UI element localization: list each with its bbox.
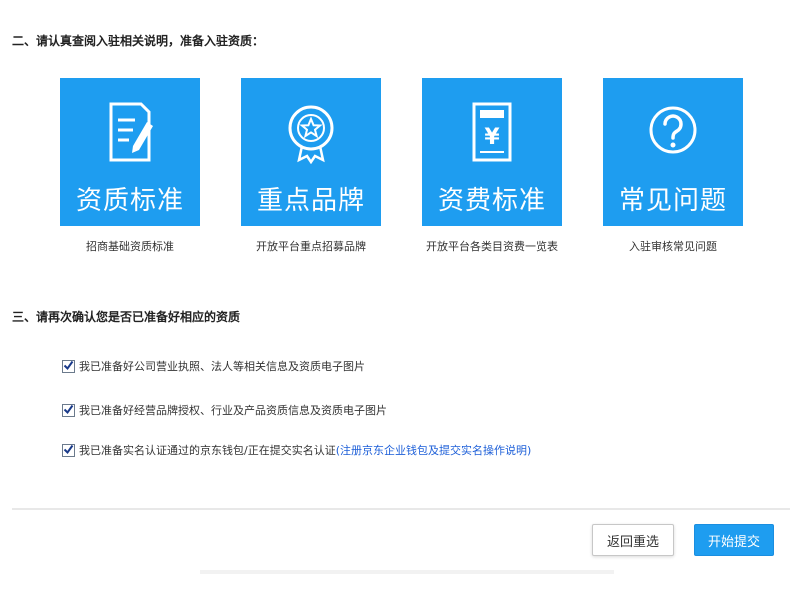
page: 二、请认真查阅入驻相关说明，准备入驻资质： 资质标准 招商基础资质标准 重点品牌… bbox=[0, 0, 800, 600]
section-title-confirm: 三、请再次确认您是否已准备好相应的资质 bbox=[12, 310, 241, 324]
card-key-brands[interactable]: 重点品牌 bbox=[241, 78, 381, 226]
back-reselect-button[interactable]: 返回重选 bbox=[592, 524, 674, 556]
card-faq[interactable]: 常见问题 bbox=[603, 78, 743, 226]
check-icon bbox=[63, 444, 74, 454]
check-label: 我已准备好经营品牌授权、行业及产品资质信息及资质电子图片 bbox=[79, 404, 387, 417]
realname-guide-link[interactable]: (注册京东企业钱包及提交实名操作说明) bbox=[336, 442, 532, 458]
check-icon bbox=[63, 360, 74, 370]
check-row-realname-wallet[interactable]: 我已准备实名认证通过的京东钱包/正在提交实名认证 (注册京东企业钱包及提交实名操… bbox=[62, 442, 531, 458]
bottom-scroll-bar bbox=[200, 570, 614, 574]
card-label: 资费标准 bbox=[437, 186, 546, 216]
start-submit-button[interactable]: 开始提交 bbox=[694, 524, 774, 556]
check-label: 我已准备实名认证通过的京东钱包/正在提交实名认证 bbox=[79, 444, 336, 457]
card-label: 资质标准 bbox=[75, 186, 184, 216]
checkbox[interactable] bbox=[62, 443, 75, 457]
card-caption: 开放平台各类目资费一览表 bbox=[426, 240, 558, 253]
check-row-business-license[interactable]: 我已准备好公司营业执照、法人等相关信息及资质电子图片 bbox=[62, 358, 365, 374]
svg-text:¥: ¥ bbox=[484, 125, 500, 150]
card-qualification-standard[interactable]: 资质标准 bbox=[60, 78, 200, 226]
brand-star-badge-icon bbox=[288, 105, 334, 164]
card-caption: 招商基础资质标准 bbox=[86, 240, 174, 253]
divider bbox=[12, 508, 790, 510]
card-caption: 入驻审核常见问题 bbox=[629, 240, 717, 253]
check-label: 我已准备好公司营业执照、法人等相关信息及资质电子图片 bbox=[79, 360, 365, 373]
checkbox[interactable] bbox=[62, 403, 75, 417]
check-icon bbox=[63, 404, 74, 414]
card-caption: 开放平台重点招募品牌 bbox=[256, 240, 366, 253]
yuan-bill-icon: ¥ bbox=[472, 102, 512, 162]
check-row-brand-authorization[interactable]: 我已准备好经营品牌授权、行业及产品资质信息及资质电子图片 bbox=[62, 402, 387, 418]
document-edit-icon bbox=[109, 102, 153, 162]
question-circle-icon bbox=[649, 106, 697, 154]
section-title-prepare: 二、请认真查阅入驻相关说明，准备入驻资质： bbox=[12, 34, 265, 48]
card-fee-standard[interactable]: ¥ 资费标准 bbox=[422, 78, 562, 226]
card-label: 重点品牌 bbox=[256, 186, 365, 216]
card-label: 常见问题 bbox=[618, 186, 727, 216]
checkbox[interactable] bbox=[62, 359, 75, 373]
